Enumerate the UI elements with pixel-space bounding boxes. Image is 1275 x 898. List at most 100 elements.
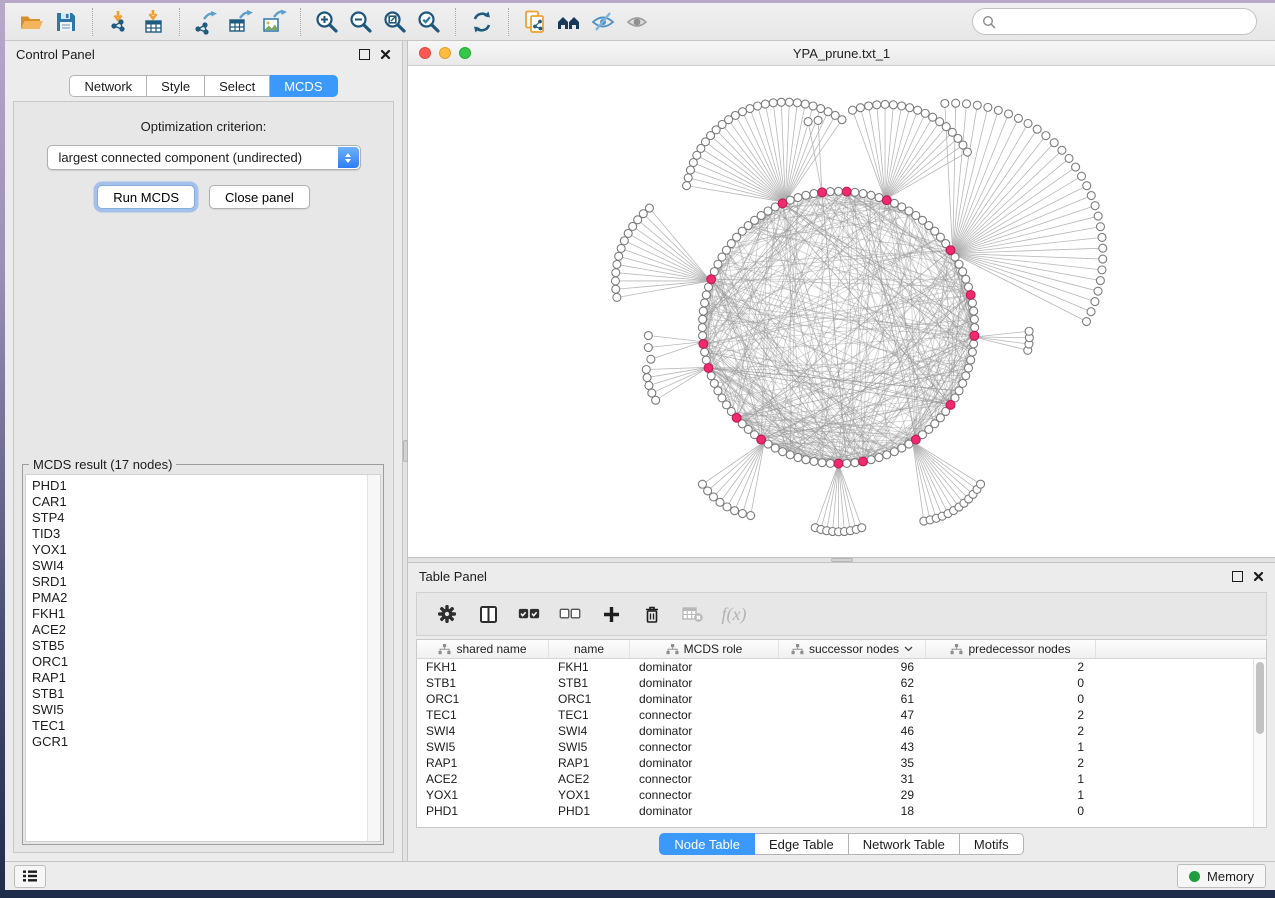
- graph-node[interactable]: [851, 188, 859, 196]
- mcds-result-item[interactable]: SRD1: [32, 574, 380, 590]
- graph-node[interactable]: [1096, 277, 1104, 285]
- run-mcds-button[interactable]: Run MCDS: [97, 185, 195, 209]
- graph-hub-node[interactable]: [946, 400, 955, 409]
- graph-node[interactable]: [642, 365, 650, 373]
- mcds-result-item[interactable]: PMA2: [32, 590, 380, 606]
- graph-node[interactable]: [1096, 223, 1104, 231]
- graph-node[interactable]: [1098, 266, 1106, 274]
- graph-node[interactable]: [826, 459, 834, 467]
- show-columns-button[interactable]: [477, 604, 499, 624]
- tab-edge-table[interactable]: Edge Table: [755, 833, 849, 855]
- table-row[interactable]: STB1STB1dominator620: [417, 675, 1253, 691]
- graph-node[interactable]: [970, 340, 978, 348]
- first-neighbors-button[interactable]: [552, 6, 586, 38]
- mcds-result-item[interactable]: SWI4: [32, 558, 380, 574]
- graph-node[interactable]: [959, 379, 967, 387]
- graph-node[interactable]: [824, 108, 832, 116]
- tab-node-table[interactable]: Node Table: [659, 833, 755, 855]
- apply-layout-button[interactable]: [465, 6, 499, 38]
- graph-node[interactable]: [779, 448, 787, 456]
- graph-node[interactable]: [964, 283, 972, 291]
- graph-node[interactable]: [964, 364, 972, 372]
- column-header-name[interactable]: name: [549, 640, 630, 658]
- graph-node[interactable]: [731, 507, 739, 515]
- graph-hub-node[interactable]: [882, 196, 891, 205]
- sort-arrow-icon[interactable]: [904, 646, 913, 652]
- graph-node[interactable]: [898, 203, 906, 211]
- graph-node[interactable]: [613, 260, 621, 268]
- import-table-button[interactable]: [136, 6, 170, 38]
- graph-node[interactable]: [699, 315, 707, 323]
- graph-node[interactable]: [809, 102, 817, 110]
- graph-hub-node[interactable]: [757, 435, 766, 444]
- tab-motifs[interactable]: Motifs: [960, 833, 1024, 855]
- graph-node[interactable]: [702, 291, 710, 299]
- graph-node[interactable]: [881, 100, 889, 108]
- graph-node[interactable]: [941, 99, 949, 107]
- graph-node[interactable]: [1072, 163, 1080, 171]
- table-row[interactable]: PHD1PHD1dominator180: [417, 803, 1253, 819]
- graph-node[interactable]: [973, 101, 981, 109]
- graph-node[interactable]: [1042, 132, 1050, 140]
- graph-node[interactable]: [955, 387, 963, 395]
- tab-select[interactable]: Select: [205, 75, 270, 97]
- mcds-result-list[interactable]: PHD1CAR1STP4TID3YOX1SWI4SRD1PMA2FKH1ACE2…: [25, 474, 381, 842]
- graph-node[interactable]: [817, 105, 825, 113]
- save-session-button[interactable]: [49, 6, 83, 38]
- column-header-mcds-role[interactable]: MCDS role: [630, 640, 779, 658]
- import-network-button[interactable]: [102, 6, 136, 38]
- graph-node[interactable]: [777, 98, 785, 106]
- graph-hub-node[interactable]: [970, 331, 979, 340]
- graph-node[interactable]: [1087, 192, 1095, 200]
- delete-column-button[interactable]: [641, 604, 663, 624]
- mcds-result-item[interactable]: YOX1: [32, 542, 380, 558]
- graph-node[interactable]: [929, 113, 937, 121]
- graph-node[interactable]: [814, 116, 822, 124]
- graph-node[interactable]: [723, 503, 731, 511]
- table-row[interactable]: YOX1YOX1connector291: [417, 787, 1253, 803]
- graph-node[interactable]: [652, 396, 660, 404]
- graph-node[interactable]: [761, 100, 769, 108]
- graph-node[interactable]: [962, 372, 970, 380]
- graph-node[interactable]: [856, 104, 864, 112]
- mcds-result-item[interactable]: CAR1: [32, 494, 380, 510]
- graph-node[interactable]: [686, 166, 694, 174]
- tab-network-table[interactable]: Network Table: [849, 833, 960, 855]
- search-input[interactable]: [1002, 14, 1247, 29]
- graph-node[interactable]: [710, 379, 718, 387]
- table-row[interactable]: RAP1RAP1dominator352: [417, 755, 1253, 771]
- graph-node[interactable]: [1025, 327, 1033, 335]
- graph-node[interactable]: [967, 356, 975, 364]
- graph-node[interactable]: [615, 252, 623, 260]
- graph-node[interactable]: [810, 457, 818, 465]
- float-panel-icon[interactable]: [359, 49, 370, 60]
- graph-node[interactable]: [794, 194, 802, 202]
- deselect-all-rows-button[interactable]: [559, 604, 581, 624]
- table-row[interactable]: ORC1ORC1dominator610: [417, 691, 1253, 707]
- table-row[interactable]: SWI4SWI4dominator462: [417, 723, 1253, 739]
- tab-network[interactable]: Network: [69, 75, 147, 97]
- export-table-button[interactable]: [223, 6, 257, 38]
- horizontal-splitter[interactable]: [408, 557, 1275, 563]
- mcds-result-item[interactable]: STB1: [32, 686, 380, 702]
- graph-node[interactable]: [738, 510, 746, 518]
- table-row[interactable]: FKH1FKH1dominator962: [417, 659, 1253, 675]
- graph-node[interactable]: [1099, 255, 1107, 263]
- graph-node[interactable]: [1091, 202, 1099, 210]
- graph-hub-node[interactable]: [859, 457, 868, 466]
- graph-node[interactable]: [865, 102, 873, 110]
- column-header-successor-nodes[interactable]: successor nodes: [779, 640, 926, 658]
- graph-node[interactable]: [716, 498, 724, 506]
- graph-node[interactable]: [612, 269, 620, 277]
- graph-hub-node[interactable]: [818, 188, 827, 197]
- graph-node[interactable]: [977, 480, 985, 488]
- graph-node[interactable]: [1094, 287, 1102, 295]
- graph-node[interactable]: [746, 105, 754, 113]
- graph-node[interactable]: [754, 102, 762, 110]
- graph-node[interactable]: [802, 456, 810, 464]
- table-scrollbar[interactable]: [1253, 659, 1266, 827]
- graph-node[interactable]: [968, 299, 976, 307]
- graph-node[interactable]: [702, 356, 710, 364]
- mcds-result-item[interactable]: ORC1: [32, 654, 380, 670]
- mcds-result-item[interactable]: TID3: [32, 526, 380, 542]
